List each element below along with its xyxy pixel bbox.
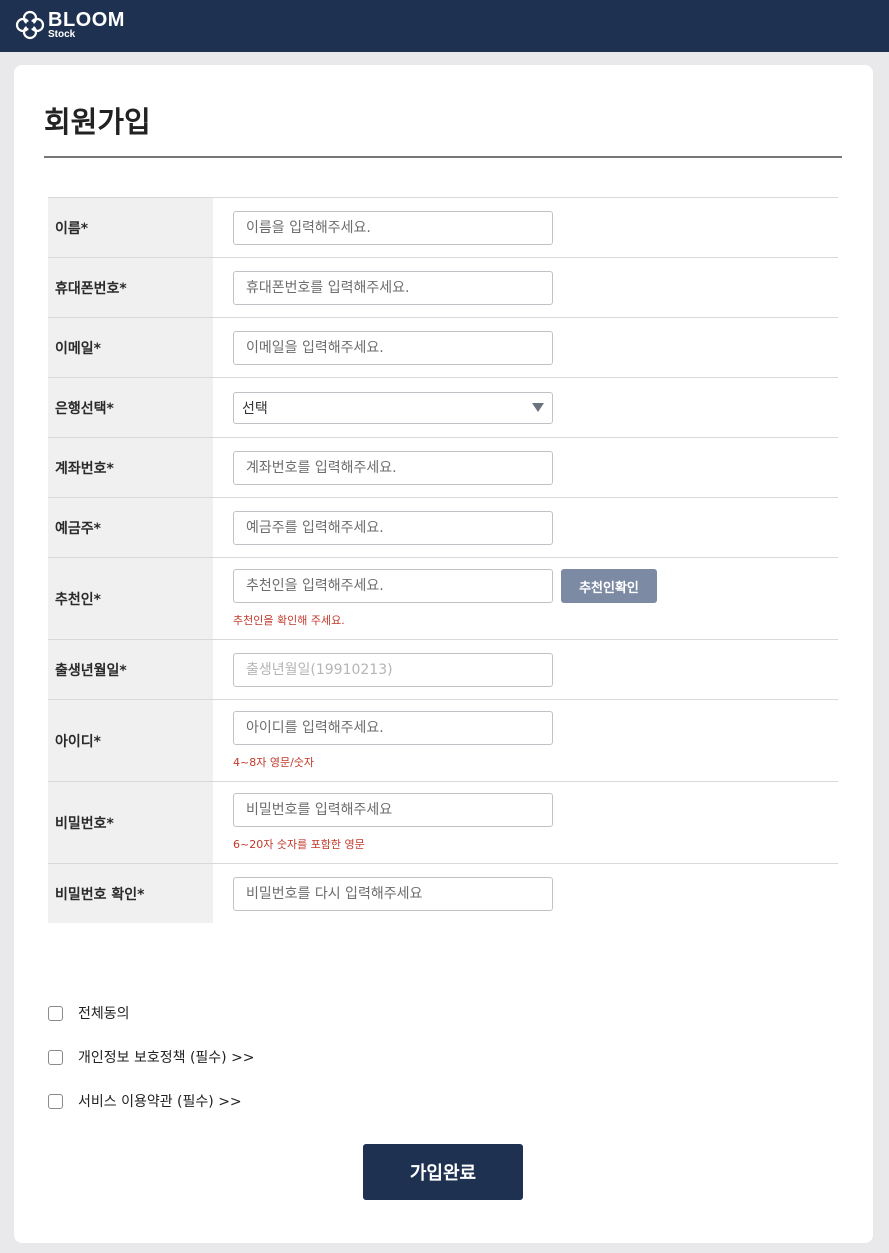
password-label: 비밀번호* bbox=[48, 782, 213, 863]
email-input[interactable] bbox=[233, 330, 553, 365]
form-row-email: 이메일* bbox=[48, 318, 838, 378]
agree-privacy[interactable]: 개인정보 보호정책 (필수) >> bbox=[48, 1046, 255, 1068]
password-hint: 6~20자 숫자를 포함한 영문 bbox=[233, 838, 365, 851]
holder-input[interactable] bbox=[233, 510, 553, 545]
agree-all[interactable]: 전체동의 bbox=[48, 1002, 255, 1024]
form-row-birth: 출생년월일* bbox=[48, 640, 838, 700]
phone-label: 휴대폰번호* bbox=[48, 258, 213, 317]
account-label: 계좌번호* bbox=[48, 438, 213, 497]
agree-terms[interactable]: 서비스 이용약관 (필수) >> bbox=[48, 1090, 255, 1112]
userid-label: 아이디* bbox=[48, 700, 213, 781]
logo-title: BLOOM bbox=[48, 9, 125, 31]
form-row-phone: 휴대폰번호* bbox=[48, 258, 838, 318]
phone-input[interactable] bbox=[233, 270, 553, 305]
bank-label: 은행선택* bbox=[48, 378, 213, 437]
password-input[interactable] bbox=[233, 793, 553, 827]
holder-label: 예금주* bbox=[48, 498, 213, 557]
form-row-password-confirm: 비밀번호 확인* bbox=[48, 864, 838, 923]
birth-input[interactable] bbox=[233, 652, 553, 687]
agree-all-label[interactable]: 전체동의 bbox=[78, 1003, 130, 1023]
agree-terms-checkbox[interactable] bbox=[48, 1093, 63, 1109]
password-confirm-label: 비밀번호 확인* bbox=[48, 864, 213, 923]
form-row-bank: 은행선택* 선택 bbox=[48, 378, 838, 438]
logo[interactable]: BLOOM Stock bbox=[14, 8, 125, 42]
name-input[interactable] bbox=[233, 210, 553, 245]
birth-label: 출생년월일* bbox=[48, 640, 213, 699]
form-row-password: 비밀번호* 6~20자 숫자를 포함한 영문 bbox=[48, 782, 838, 864]
top-bar: BLOOM Stock bbox=[0, 0, 889, 52]
bank-select-value: 선택 bbox=[242, 400, 268, 417]
referrer-hint: 추천인을 확인해 주세요. bbox=[233, 614, 345, 627]
userid-hint: 4~8자 영문/숫자 bbox=[233, 756, 315, 769]
userid-input[interactable] bbox=[233, 711, 553, 745]
agreements: 전체동의 개인정보 보호정책 (필수) >> 서비스 이용약관 (필수) >> bbox=[48, 1002, 255, 1134]
name-label: 이름* bbox=[48, 198, 213, 257]
referrer-label: 추천인* bbox=[48, 558, 213, 639]
form-row-holder: 예금주* bbox=[48, 498, 838, 558]
email-label: 이메일* bbox=[48, 318, 213, 377]
form-row-userid: 아이디* 4~8자 영문/숫자 bbox=[48, 700, 838, 782]
page-title: 회원가입 bbox=[44, 105, 151, 139]
signup-submit-button[interactable]: 가입완료 bbox=[363, 1144, 523, 1200]
chevron-down-icon bbox=[532, 403, 544, 412]
clover-logo-icon bbox=[15, 10, 45, 40]
password-confirm-input[interactable] bbox=[233, 876, 553, 911]
logo-subtitle: Stock bbox=[48, 29, 76, 40]
form-row-account: 계좌번호* bbox=[48, 438, 838, 498]
bank-select[interactable]: 선택 bbox=[233, 391, 553, 424]
account-input[interactable] bbox=[233, 450, 553, 485]
form-row-referrer: 추천인* 추천인확인 추천인을 확인해 주세요. bbox=[48, 558, 838, 640]
referrer-check-button[interactable]: 추천인확인 bbox=[561, 569, 657, 603]
agree-terms-label[interactable]: 서비스 이용약관 (필수) >> bbox=[78, 1091, 242, 1111]
signup-card: 회원가입 이름* 휴대폰번호* 이메일* 은행선택* 선택 계좌번호* bbox=[14, 65, 873, 1243]
agree-privacy-checkbox[interactable] bbox=[48, 1049, 63, 1065]
signup-form: 이름* 휴대폰번호* 이메일* 은행선택* 선택 계좌번호* 예금주* bbox=[48, 197, 838, 923]
form-row-name: 이름* bbox=[48, 198, 838, 258]
title-divider bbox=[44, 156, 842, 158]
agree-privacy-label[interactable]: 개인정보 보호정책 (필수) >> bbox=[78, 1047, 255, 1067]
agree-all-checkbox[interactable] bbox=[48, 1005, 63, 1021]
referrer-input[interactable] bbox=[233, 569, 553, 603]
